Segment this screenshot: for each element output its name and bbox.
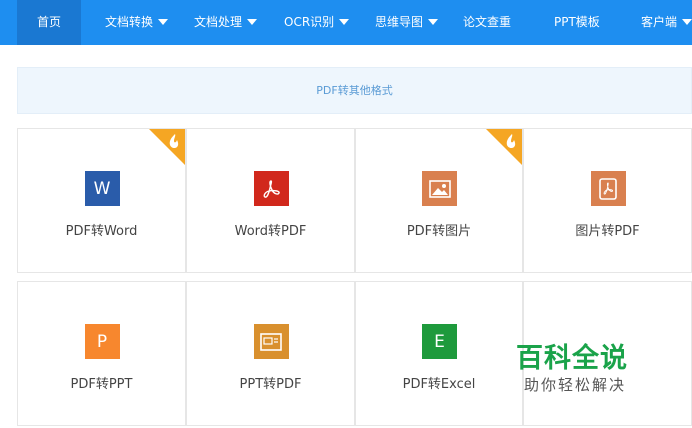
tool-label: PDF转Excel — [402, 377, 476, 392]
top-nav: 首页 文档转换 文档处理 OCR识别 思维导图 论文查重 PPT模板 客户端 — [0, 0, 692, 45]
powerpoint-icon-glyph: P — [96, 331, 108, 352]
word-icon: W — [84, 171, 120, 206]
nav-item-home[interactable]: 首页 — [17, 0, 81, 45]
category-banner: PDF转其他格式 — [17, 67, 692, 114]
chevron-down-icon — [247, 18, 258, 25]
tool-card-ppt-to-pdf[interactable]: PPT转PDF — [186, 281, 355, 426]
hot-flame-icon — [149, 129, 185, 165]
tool-card-pdf-to-word[interactable]: W PDF转Word — [17, 128, 186, 273]
image-glyph — [428, 179, 451, 198]
nav-item-mindmap[interactable]: 思维导图 — [375, 0, 439, 45]
nav-ocr-label: OCR识别 — [284, 15, 335, 29]
hot-flame-icon — [486, 129, 522, 165]
acrobat-glyph — [263, 179, 280, 198]
chevron-down-icon — [339, 18, 350, 25]
nav-paper-check-label: 论文查重 — [463, 15, 512, 29]
tool-card-pdf-to-excel[interactable]: E PDF转Excel — [355, 281, 523, 426]
nav-item-ocr[interactable]: OCR识别 — [284, 0, 350, 45]
nav-ppt-template-label: PPT模板 — [554, 15, 600, 29]
nav-doc-convert-label: 文档转换 — [105, 15, 154, 29]
tool-label: PDF转PPT — [70, 377, 133, 392]
pdf-doc-icon — [590, 171, 626, 206]
category-title: PDF转其他格式 — [316, 84, 393, 97]
tool-label: PDF转图片 — [406, 224, 472, 239]
excel-icon-glyph: E — [434, 331, 445, 352]
ppt-slide-glyph — [260, 332, 282, 351]
watermark-subtitle: 助你轻松解决 — [524, 376, 627, 394]
tool-label: PPT转PDF — [239, 377, 302, 392]
watermark: 百科全说 助你轻松解决 — [512, 330, 672, 400]
nav-item-doc-process[interactable]: 文档处理 — [194, 0, 258, 45]
nav-mindmap-label: 思维导图 — [375, 15, 424, 29]
nav-item-ppt-template[interactable]: PPT模板 — [554, 0, 600, 45]
tool-card-pdf-to-ppt[interactable]: P PDF转PPT — [17, 281, 186, 426]
chevron-down-icon — [682, 18, 692, 25]
nav-item-client[interactable]: 客户端 — [641, 0, 692, 45]
nav-home-label: 首页 — [36, 15, 61, 29]
powerpoint-icon: P — [84, 324, 120, 359]
tool-label: PDF转Word — [65, 224, 138, 239]
acrobat-icon — [253, 171, 289, 206]
tool-card-word-to-pdf[interactable]: Word转PDF — [186, 128, 355, 273]
tool-label: Word转PDF — [234, 224, 307, 239]
tool-card-pdf-to-image[interactable]: PDF转图片 — [355, 128, 523, 273]
chevron-down-icon — [158, 18, 169, 25]
ppt-slide-icon — [253, 324, 289, 359]
excel-icon: E — [422, 324, 457, 359]
pdf-doc-glyph — [599, 177, 617, 200]
tool-card-image-to-pdf[interactable]: 图片转PDF — [523, 128, 692, 273]
nav-client-label: 客户端 — [641, 15, 678, 29]
nav-doc-process-label: 文档处理 — [194, 15, 243, 29]
tool-label: 图片转PDF — [575, 224, 640, 239]
chevron-down-icon — [428, 18, 439, 25]
nav-item-paper-check[interactable]: 论文查重 — [463, 0, 511, 45]
word-icon-glyph: W — [93, 178, 111, 199]
image-icon — [422, 171, 457, 206]
nav-item-doc-convert[interactable]: 文档转换 — [105, 0, 169, 45]
watermark-title: 百科全说 — [516, 343, 628, 374]
